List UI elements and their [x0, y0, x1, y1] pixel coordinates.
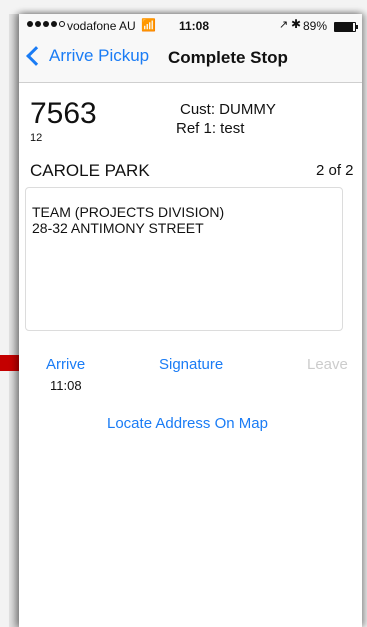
stop-position: 2 of 2 — [316, 162, 354, 179]
signature-button[interactable]: Signature — [159, 356, 223, 373]
stop-sub-number: 12 — [30, 132, 43, 144]
status-bar: vodafone AU 📶 11:08 ↗ ✱ 89% — [19, 14, 362, 36]
locate-address-button[interactable]: Locate Address On Map — [107, 415, 268, 432]
battery-icon — [334, 22, 358, 32]
bluetooth-icon: ✱ — [291, 17, 302, 31]
battery-percent: 89% — [303, 19, 328, 33]
suburb-name: CAROLE PARK — [30, 161, 150, 180]
location-arrow-icon: ↗ — [279, 19, 289, 31]
leave-button[interactable]: Leave — [307, 356, 348, 373]
arrive-time: 11:08 — [50, 378, 82, 393]
signal-strength-icon — [27, 21, 65, 27]
arrive-button[interactable]: Arrive — [46, 356, 85, 373]
phone-screen: vodafone AU 📶 11:08 ↗ ✱ 89% Arrive Picku… — [19, 14, 362, 627]
status-time: 11:08 — [179, 19, 210, 33]
stop-number: 7563 — [30, 97, 97, 130]
address-line-2: 28-32 ANTIMONY STREET — [32, 220, 204, 236]
navigation-bar: Arrive Pickup Complete Stop — [19, 36, 362, 83]
carrier-name: vodafone AU — [67, 19, 136, 33]
chevron-left-icon — [26, 46, 46, 66]
wifi-icon: 📶 — [141, 18, 156, 32]
side-shadow — [9, 14, 19, 627]
reference-label: Ref 1: test — [176, 120, 245, 137]
address-line-1: TEAM (PROJECTS DIVISION) — [32, 204, 225, 220]
back-button[interactable]: Arrive Pickup — [25, 46, 149, 66]
page-title: Complete Stop — [168, 48, 288, 67]
customer-label: Cust: DUMMY — [180, 101, 276, 118]
back-label: Arrive Pickup — [49, 46, 150, 65]
address-box: TEAM (PROJECTS DIVISION) 28-32 ANTIMONY … — [25, 187, 343, 331]
